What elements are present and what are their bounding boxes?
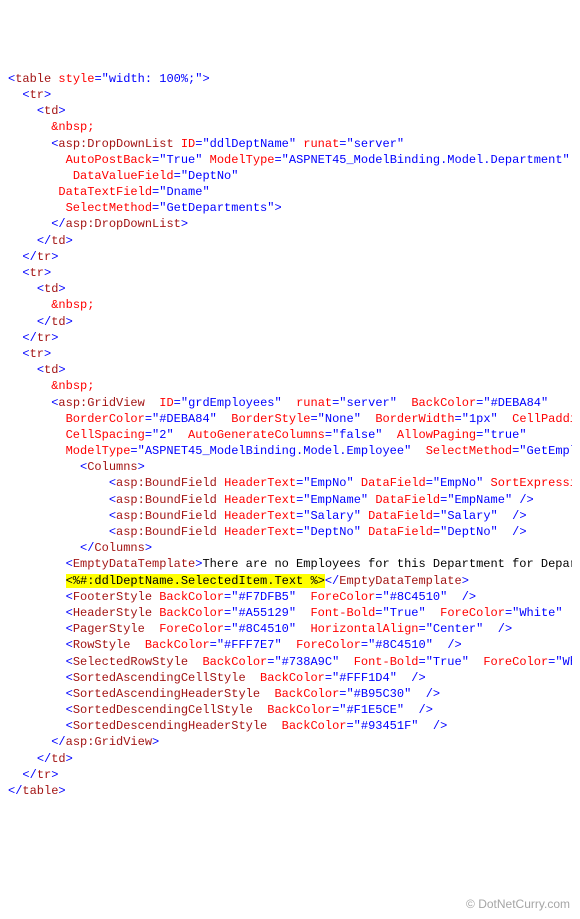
line: <Columns> [80, 460, 145, 474]
line: <RowStyle BackColor="#FFF7E7" ForeColor=… [66, 638, 462, 652]
line: <tr> [22, 347, 51, 361]
line: <td> [37, 363, 66, 377]
line: BorderColor="#DEBA84" BorderStyle="None"… [66, 412, 572, 426]
nbsp-entity: &nbsp; [51, 120, 94, 134]
line: </tr> [22, 768, 58, 782]
line: <asp:DropDownList ID="ddlDeptName" runat… [51, 137, 404, 151]
nbsp-entity: &nbsp; [51, 379, 94, 393]
line: <SortedAscendingCellStyle BackColor="#FF… [66, 671, 426, 685]
line: ModelType="ASPNET45_ModelBinding.Model.E… [66, 444, 572, 458]
line: CellSpacing="2" AutoGenerateColumns="fal… [66, 428, 527, 442]
line: </tr> [22, 331, 58, 345]
line: </td> [37, 234, 73, 248]
line: <EmptyDataTemplate>There are no Employee… [66, 557, 572, 571]
line: DataTextField="Dname" [58, 185, 209, 199]
line: <td> [37, 104, 66, 118]
line: </tr> [22, 250, 58, 264]
inline-binding-highlight: <%#:ddlDeptName.SelectedItem.Text %> [66, 574, 325, 588]
line: <SortedDescendingHeaderStyle BackColor="… [66, 719, 448, 733]
line: </asp:GridView> [51, 735, 159, 749]
code-block: <table style="width: 100%;"> <tr> <td> &… [8, 71, 572, 799]
line: <asp:BoundField HeaderText="DeptNo" Data… [109, 525, 527, 539]
line: AutoPostBack="True" ModelType="ASPNET45_… [66, 153, 570, 167]
line: <asp:BoundField HeaderText="EmpName" Dat… [109, 493, 534, 507]
line: DataValueField="DeptNo" [73, 169, 239, 183]
line: <asp:BoundField HeaderText="EmpNo" DataF… [109, 476, 572, 490]
line: <HeaderStyle BackColor="#A55129" Font-Bo… [66, 606, 572, 620]
line: <FooterStyle BackColor="#F7DFB5" ForeCol… [66, 590, 477, 604]
line: <SelectedRowStyle BackColor="#738A9C" Fo… [66, 655, 572, 669]
line: <SortedAscendingHeaderStyle BackColor="#… [66, 687, 441, 701]
line: <tr> [22, 266, 51, 280]
line: <asp:GridView ID="grdEmployees" runat="s… [51, 396, 548, 410]
line: </Columns> [80, 541, 152, 555]
line: <td> [37, 282, 66, 296]
line: SelectMethod="GetDepartments"> [66, 201, 282, 215]
nbsp-entity: &nbsp; [51, 298, 94, 312]
line: </td> [37, 752, 73, 766]
line: <table style="width: 100%;"> [8, 72, 210, 86]
line: </asp:DropDownList> [51, 217, 188, 231]
line: <PagerStyle ForeColor="#8C4510" Horizont… [66, 622, 513, 636]
line: <asp:BoundField HeaderText="Salary" Data… [109, 509, 527, 523]
line: </table> [8, 784, 66, 798]
line: </td> [37, 315, 73, 329]
line: <tr> [22, 88, 51, 102]
line: <SortedDescendingCellStyle BackColor="#F… [66, 703, 433, 717]
line: <%#:ddlDeptName.SelectedItem.Text %></Em… [66, 574, 469, 588]
watermark: © DotNetCurry.com [466, 896, 570, 912]
